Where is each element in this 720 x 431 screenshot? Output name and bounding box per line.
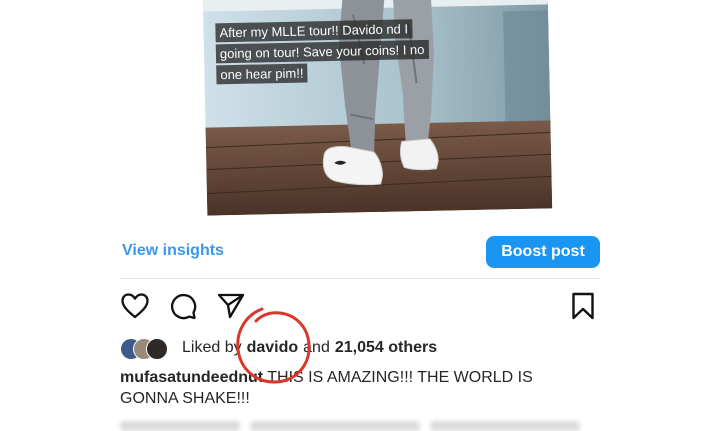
- view-insights-link[interactable]: View insights: [122, 242, 224, 260]
- divider: [120, 278, 600, 279]
- boost-post-button[interactable]: Boost post: [486, 236, 600, 268]
- heart-icon[interactable]: [121, 293, 149, 324]
- liker-avatars[interactable]: [120, 337, 176, 360]
- caption-username[interactable]: mufasatundeednut: [120, 369, 263, 386]
- avatar: [146, 338, 168, 360]
- liker-username[interactable]: davido: [247, 339, 299, 357]
- image-caption-line: going on tour! Save your coins! I no: [215, 39, 429, 64]
- image-caption: After my MLLE tour!! Davido nd I going o…: [215, 19, 429, 85]
- image-caption-line: After my MLLE tour!! Davido nd I: [215, 19, 413, 43]
- liked-by-label: Liked by: [182, 339, 242, 356]
- send-icon[interactable]: [217, 292, 245, 325]
- image-caption-line: one hear pim!!: [216, 63, 308, 85]
- likes-summary: Liked by davido and 21,054 others: [120, 336, 437, 360]
- post-image[interactable]: After my MLLE tour!! Davido nd I going o…: [202, 0, 553, 216]
- post-actions-row: View insights Boost post: [120, 236, 600, 268]
- post-caption: mufasatundeednut THIS IS AMAZING!!! THE …: [120, 367, 590, 409]
- likes-count[interactable]: 21,054 others: [335, 339, 437, 357]
- likes-conjunction: and: [303, 339, 330, 356]
- comment-icon[interactable]: [169, 292, 197, 325]
- bookmark-icon[interactable]: [571, 292, 595, 325]
